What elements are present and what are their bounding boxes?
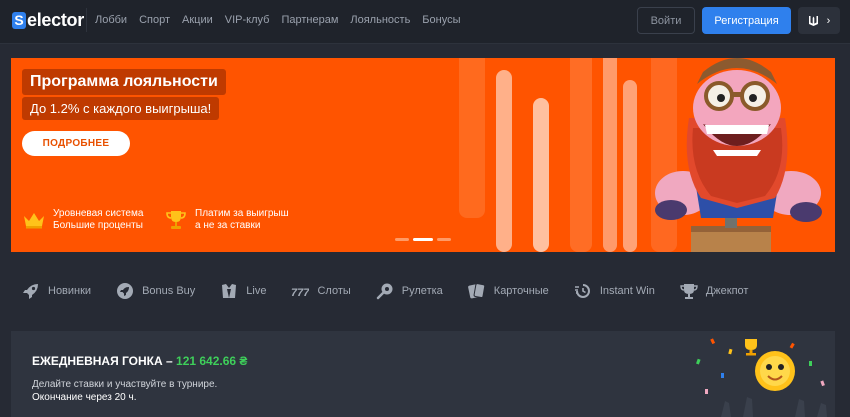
- header: S elector Лобби Спорт Акции VIP-клуб Пар…: [0, 0, 850, 44]
- nav-sport[interactable]: Спорт: [139, 14, 170, 26]
- category-live[interactable]: Live: [220, 282, 266, 300]
- decorative-stripe: [533, 98, 549, 252]
- logo-badge: S: [12, 11, 26, 29]
- register-button[interactable]: Регистрация: [702, 7, 791, 34]
- slider-dots: [395, 238, 451, 241]
- category-slots[interactable]: 777 Слоты: [291, 282, 350, 300]
- category-label: Bonus Buy: [142, 285, 196, 297]
- game-categories: Новинки Bonus Buy Live 777 Слоты Рулетка…: [22, 279, 773, 303]
- race-title: ЕЖЕДНЕВНАЯ ГОНКА – 121 642.66 ₴: [32, 354, 248, 368]
- category-roulette[interactable]: Рулетка: [376, 282, 443, 300]
- category-jackpot[interactable]: Джекпот: [680, 282, 749, 300]
- slider-dot-active[interactable]: [413, 238, 433, 241]
- category-instant-win[interactable]: Instant Win: [574, 282, 655, 300]
- banner-subtitle: До 1.2% с каждого выигрыша!: [22, 97, 220, 120]
- daily-race-panel[interactable]: ЕЖЕДНЕВНАЯ ГОНКА – 121 642.66 ₴ Делайте …: [11, 331, 835, 417]
- category-bonus-buy[interactable]: Bonus Buy: [116, 282, 195, 300]
- nav-bonuses[interactable]: Бонусы: [422, 14, 460, 26]
- nav-loyalty[interactable]: Лояльность: [350, 14, 410, 26]
- jackpot-icon: [680, 282, 698, 300]
- loyalty-banner[interactable]: Программа лояльности До 1.2% с каждого в…: [11, 58, 835, 252]
- nav-partners[interactable]: Партнерам: [281, 14, 338, 26]
- svg-text:777: 777: [291, 287, 309, 299]
- ukraine-trident-icon: [808, 15, 818, 26]
- logo[interactable]: S elector: [12, 9, 84, 31]
- feature-level-system: Уровневая система Большие проценты: [23, 208, 143, 232]
- cards-icon: [467, 282, 486, 300]
- decorative-stripe: [603, 58, 617, 252]
- rocket-circle-icon: [116, 282, 134, 300]
- chevron-right-icon: ›: [826, 14, 831, 27]
- decorative-stripe: [496, 70, 512, 252]
- instant-win-icon: [574, 282, 592, 300]
- live-dealer-icon: [220, 282, 238, 300]
- nav-vip-club[interactable]: VIP-клуб: [225, 14, 270, 26]
- category-label: Новинки: [48, 285, 92, 297]
- category-label: Джекпот: [705, 285, 749, 297]
- slider-dot[interactable]: [395, 238, 409, 241]
- feature-pay-text: Платим за выигрыш а не за ставки: [195, 208, 289, 231]
- banner-title: Программа лояльности: [22, 69, 226, 95]
- slots-777-icon: 777: [291, 282, 309, 300]
- decorative-stripe: [623, 80, 637, 252]
- category-label: Рулетка: [401, 285, 443, 297]
- decorative-stripe: [459, 58, 485, 218]
- main-nav: Лобби Спорт Акции VIP-клуб Партнерам Лоя…: [86, 8, 473, 32]
- category-new[interactable]: Новинки: [22, 282, 91, 300]
- logo-text: elector: [27, 9, 84, 30]
- race-prize-amount: 121 642.66 ₴: [176, 354, 248, 368]
- trophy-icon: [166, 211, 186, 229]
- race-description: Делайте ставки и участвуйте в турнире.: [32, 379, 218, 390]
- feature-level-text: Уровневая система Большие проценты: [53, 208, 144, 231]
- decorative-stripe: [570, 58, 592, 252]
- nav-promotions[interactable]: Акции: [182, 14, 213, 26]
- category-label: Live: [246, 285, 267, 297]
- race-end-time: Окончание через 20 ч.: [32, 392, 137, 403]
- slider-dot[interactable]: [437, 238, 451, 241]
- mascot-illustration: [655, 58, 822, 252]
- rocket-icon: [22, 282, 40, 300]
- category-label: Слоты: [317, 285, 351, 297]
- login-button[interactable]: Войти: [637, 7, 695, 34]
- nav-lobby[interactable]: Лобби: [95, 14, 127, 26]
- feature-pay-for-wins: Платим за выигрыш а не за ставки: [165, 208, 289, 232]
- crown-icon: [24, 213, 44, 229]
- roulette-icon: [376, 282, 394, 300]
- race-coin-illustration: [696, 338, 827, 417]
- category-cards[interactable]: Карточные: [467, 282, 549, 300]
- category-label: Карточные: [493, 285, 549, 297]
- more-details-button[interactable]: ПОДРОБНЕЕ: [22, 131, 130, 156]
- language-selector[interactable]: ›: [798, 7, 840, 34]
- category-label: Instant Win: [599, 285, 655, 297]
